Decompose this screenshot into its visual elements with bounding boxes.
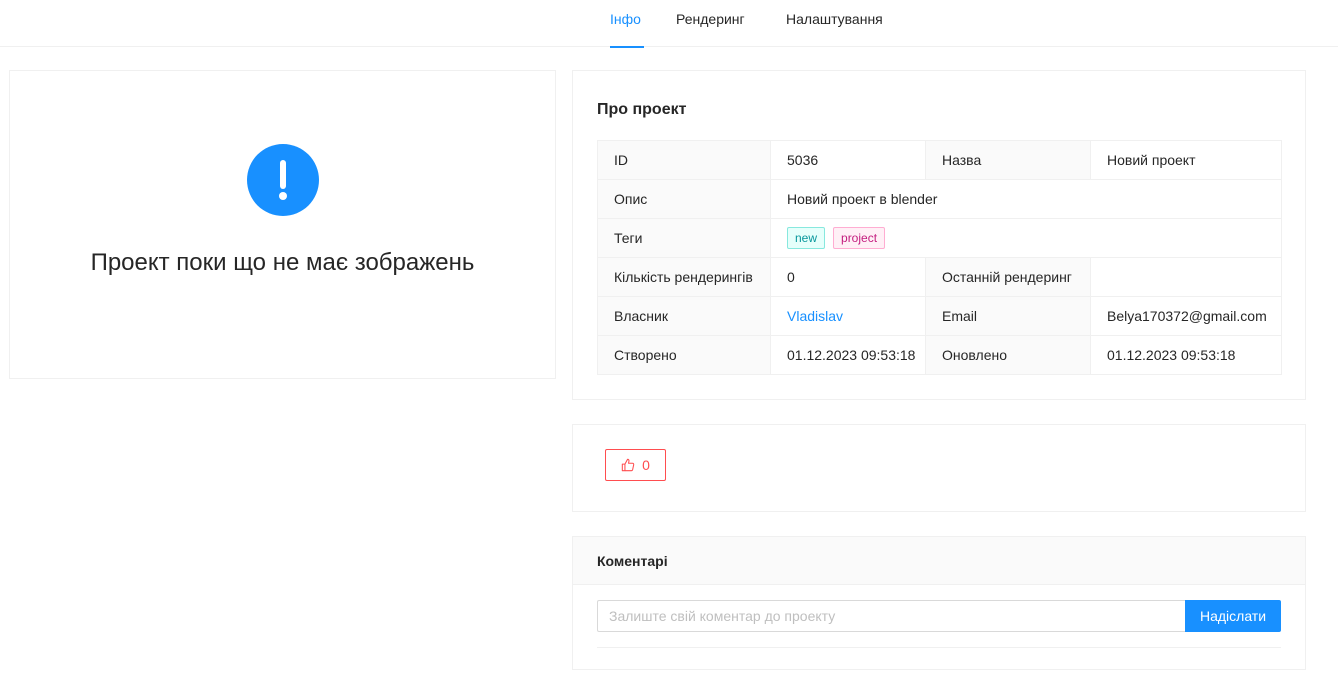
comments-title: Коментарі <box>597 553 668 569</box>
tab-settings[interactable]: Налаштування <box>786 0 883 47</box>
updated-label: Оновлено <box>925 335 1091 375</box>
id-label: ID <box>597 140 771 180</box>
exclamation-circle-icon <box>247 144 319 216</box>
created-value: 01.12.2023 09:53:18 <box>770 335 926 375</box>
tab-info[interactable]: Інфо <box>610 0 644 48</box>
updated-value: 01.12.2023 09:53:18 <box>1090 335 1282 375</box>
created-label: Створено <box>597 335 771 375</box>
table-row: ID 5036 Назва Новий проект <box>597 140 1282 180</box>
render-count-label: Кількість рендерингів <box>597 257 771 297</box>
owner-label: Власник <box>597 296 771 336</box>
email-label: Email <box>925 296 1091 336</box>
description-value: Новий проект в blender <box>770 179 1282 219</box>
table-row: Опис Новий проект в blender <box>597 179 1282 219</box>
email-value: Belya170372@gmail.com <box>1090 296 1282 336</box>
tags-cell: new project <box>770 218 1282 258</box>
tags-label: Теги <box>597 218 771 258</box>
likes-card: 0 <box>572 424 1306 512</box>
description-label: Опис <box>597 179 771 219</box>
name-label: Назва <box>925 140 1091 180</box>
comment-input[interactable] <box>597 600 1186 632</box>
thumbs-up-icon <box>621 458 635 472</box>
owner-link[interactable]: Vladislav <box>787 308 843 324</box>
comments-card: Коментарі Надіслати <box>572 536 1306 670</box>
send-comment-button[interactable]: Надіслати <box>1185 600 1281 632</box>
project-images-card: Проект поки що не має зображень <box>9 70 556 379</box>
tag-project: project <box>833 227 886 249</box>
table-row: Теги new project <box>597 218 1282 258</box>
tab-rendering[interactable]: Рендеринг <box>676 0 745 47</box>
render-count-value: 0 <box>770 257 926 297</box>
table-row: Кількість рендерингів 0 Останній рендери… <box>597 257 1282 297</box>
last-render-label: Останній рендеринг <box>925 257 1091 297</box>
owner-cell: Vladislav <box>770 296 926 336</box>
comments-divider <box>597 647 1281 648</box>
project-details-table: ID 5036 Назва Новий проект Опис Новий пр… <box>597 140 1282 375</box>
name-value: Новий проект <box>1090 140 1282 180</box>
last-render-value <box>1090 257 1282 297</box>
about-project-title: Про проект <box>597 101 687 118</box>
about-project-card: Про проект ID 5036 Назва Новий проект Оп… <box>572 70 1306 400</box>
table-row: Власник Vladislav Email Belya170372@gmai… <box>597 296 1282 336</box>
table-row: Створено 01.12.2023 09:53:18 Оновлено 01… <box>597 335 1282 375</box>
like-button[interactable]: 0 <box>605 449 666 481</box>
empty-images-message: Проект поки що не має зображень <box>90 249 475 276</box>
project-tabs: Інфо Рендеринг Налаштування <box>0 0 1338 48</box>
like-count: 0 <box>642 457 650 473</box>
tag-new: new <box>787 227 826 249</box>
comments-header: Коментарі <box>573 537 1305 585</box>
id-value: 5036 <box>770 140 926 180</box>
